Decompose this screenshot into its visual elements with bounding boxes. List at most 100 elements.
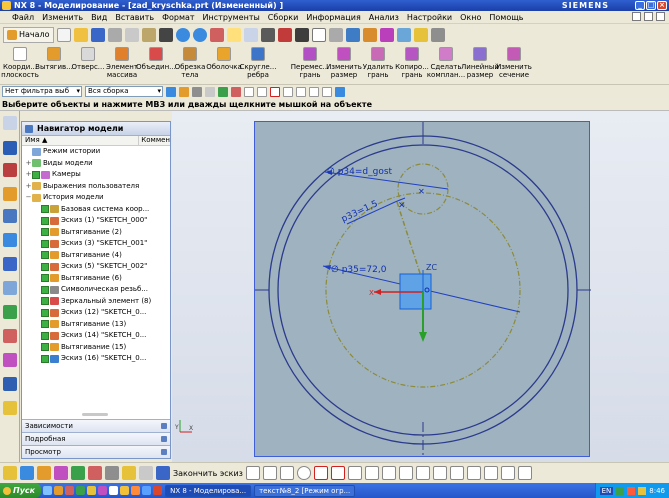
finish-sketch-flag-icon[interactable]	[156, 466, 170, 480]
tree-node[interactable]: Эскиз (16) "SKETCH_0...	[22, 353, 170, 365]
visibility-checkbox[interactable]	[41, 216, 49, 225]
finish-sketch-label[interactable]: Закончить эскиз	[173, 469, 243, 478]
expand-toggle-icon[interactable]: −	[25, 192, 32, 204]
type-filter-select[interactable]: Нет фильтра выб	[2, 86, 82, 97]
point-on-curve-icon[interactable]	[322, 86, 332, 97]
render-style-icon[interactable]	[260, 27, 275, 42]
view-orientation-icon[interactable]	[243, 27, 258, 42]
edge-blend-button[interactable]: Скругле... ребра	[240, 45, 276, 85]
layer-icon[interactable]	[328, 27, 343, 42]
datum-plane-button[interactable]: Коорди... плоскость	[1, 45, 39, 85]
column-comment[interactable]: Коммен	[139, 136, 170, 145]
snap-point-icon[interactable]	[205, 86, 215, 97]
tree-node[interactable]: Вытягивание (4)	[22, 250, 170, 262]
hole-point-marker[interactable]: ✕	[398, 201, 406, 211]
menu-insert[interactable]: Вставить	[115, 13, 154, 22]
visibility-checkbox[interactable]	[41, 320, 49, 329]
quicklaunch-8-icon[interactable]	[131, 486, 141, 495]
sketch-drawing[interactable]: ∅ p34=d_gost p33=1,5 ∅ p35=72,0 ✕ ✕ ZC X	[255, 122, 591, 458]
quicklaunch-10-icon[interactable]	[153, 486, 163, 495]
tree-node[interactable]: Зеркальный элемент (8)	[22, 296, 170, 308]
control-point-icon[interactable]	[244, 86, 254, 97]
dim-d35-label[interactable]: ∅ p35=72,0	[331, 265, 387, 275]
visibility-checkbox[interactable]	[41, 228, 49, 237]
wave-icon[interactable]	[379, 27, 394, 42]
tray-volume-icon[interactable]	[638, 486, 647, 495]
task-word[interactable]: текст№8_2 [Режим огр...	[254, 484, 356, 497]
assembly-icon[interactable]	[88, 466, 102, 480]
visibility-checkbox[interactable]	[41, 285, 49, 294]
tree-node[interactable]: Базовая система коор...	[22, 204, 170, 216]
deselect-icon[interactable]	[192, 86, 202, 97]
visibility-checkbox[interactable]	[41, 331, 49, 340]
preview-panel[interactable]: Просмотр	[22, 445, 170, 458]
midpoint-snap-icon[interactable]	[231, 86, 241, 97]
part-navigator-icon[interactable]	[3, 187, 17, 201]
sketch-options-icon[interactable]	[3, 466, 17, 480]
change-section-button[interactable]: Изменить сечение	[496, 45, 532, 85]
tree-node[interactable]: Вытягивание (13)	[22, 319, 170, 331]
visibility-checkbox[interactable]	[41, 308, 49, 317]
web-browser-icon[interactable]	[3, 257, 17, 271]
menu-file[interactable]: Файл	[12, 13, 34, 22]
back-arrow-icon[interactable]	[3, 116, 17, 130]
system-materials-icon[interactable]	[3, 305, 17, 319]
repeat-command-icon[interactable]	[209, 27, 224, 42]
windows-start-button[interactable]: Пуск	[0, 483, 42, 498]
arc-center-icon[interactable]	[270, 86, 280, 97]
expand-toggle-icon[interactable]: +	[25, 169, 32, 181]
menu-analysis[interactable]: Анализ	[369, 13, 399, 22]
trim-body-button[interactable]: Обрезка тела	[173, 45, 207, 85]
tree-node[interactable]: Режим истории	[22, 146, 170, 158]
cut-icon[interactable]	[107, 27, 122, 42]
task-nx[interactable]: NX 8 - Моделирова...	[165, 484, 252, 497]
graphics-window[interactable]: ∅ p34=d_gost p33=1,5 ∅ p35=72,0 ✕ ✕ ZC X…	[172, 111, 669, 462]
close-button[interactable]: ×	[657, 1, 667, 10]
quicklaunch-1-icon[interactable]	[54, 486, 64, 495]
intersection-icon[interactable]	[257, 86, 267, 97]
process-studio-icon[interactable]	[3, 353, 17, 367]
visibility-checkbox[interactable]	[41, 251, 49, 260]
tree-node[interactable]: − История модели	[22, 192, 170, 204]
point-on-face-icon[interactable]	[335, 86, 345, 97]
tree-node[interactable]: Вытягивание (6)	[22, 273, 170, 285]
more-tools-icon[interactable]	[430, 27, 445, 42]
copy-face-button[interactable]: Копиро... грань	[395, 45, 429, 85]
tree-node[interactable]: + Камеры	[22, 169, 170, 181]
extend-icon[interactable]	[432, 466, 447, 480]
menu-help[interactable]: Помощь	[489, 13, 523, 22]
polygon-icon[interactable]	[364, 466, 379, 480]
sketch-canvas[interactable]: ∅ p34=d_gost p33=1,5 ∅ p35=72,0 ✕ ✕ ZC X	[254, 121, 591, 458]
drafting-icon[interactable]	[139, 466, 153, 480]
visibility-checkbox[interactable]	[41, 262, 49, 271]
chamfer-icon[interactable]	[330, 466, 345, 480]
expand-toggle-icon[interactable]: +	[25, 158, 32, 170]
reuse-library-icon[interactable]	[3, 209, 17, 223]
menu-edit[interactable]: Изменить	[42, 13, 83, 22]
save-icon[interactable]	[90, 27, 105, 42]
analysis-icon[interactable]	[362, 27, 377, 42]
delete-icon[interactable]	[158, 27, 173, 42]
arc-icon[interactable]	[279, 466, 294, 480]
quicklaunch-2-icon[interactable]	[65, 486, 75, 495]
details-panel[interactable]: Подробная	[22, 432, 170, 445]
dim-d34-label[interactable]: ∅ p34=d_gost	[327, 167, 393, 177]
dimension-icon[interactable]	[483, 466, 498, 480]
mirror-curve-icon[interactable]	[466, 466, 481, 480]
start-menu-button[interactable]: Начало	[3, 26, 54, 43]
assembly-navigator-icon[interactable]	[3, 141, 17, 155]
menu-tools[interactable]: Инструменты	[203, 13, 260, 22]
quadrant-icon[interactable]	[296, 86, 306, 97]
selection-filter-icon[interactable]	[166, 86, 176, 97]
dependencies-panel[interactable]: Зависимости	[22, 419, 170, 432]
shell-button[interactable]: Оболочка	[206, 45, 242, 85]
tree-node[interactable]: Эскиз (3) "SKETCH_001"	[22, 238, 170, 250]
view-icon[interactable]	[20, 466, 34, 480]
tree-node[interactable]: Вытягивание (2)	[22, 227, 170, 239]
background-icon[interactable]	[311, 27, 326, 42]
menu-view[interactable]: Вид	[91, 13, 107, 22]
visibility-checkbox[interactable]	[41, 239, 49, 248]
shaded-icon[interactable]	[277, 27, 292, 42]
tray-antivirus-icon[interactable]	[627, 486, 636, 495]
copy-icon[interactable]	[124, 27, 139, 42]
